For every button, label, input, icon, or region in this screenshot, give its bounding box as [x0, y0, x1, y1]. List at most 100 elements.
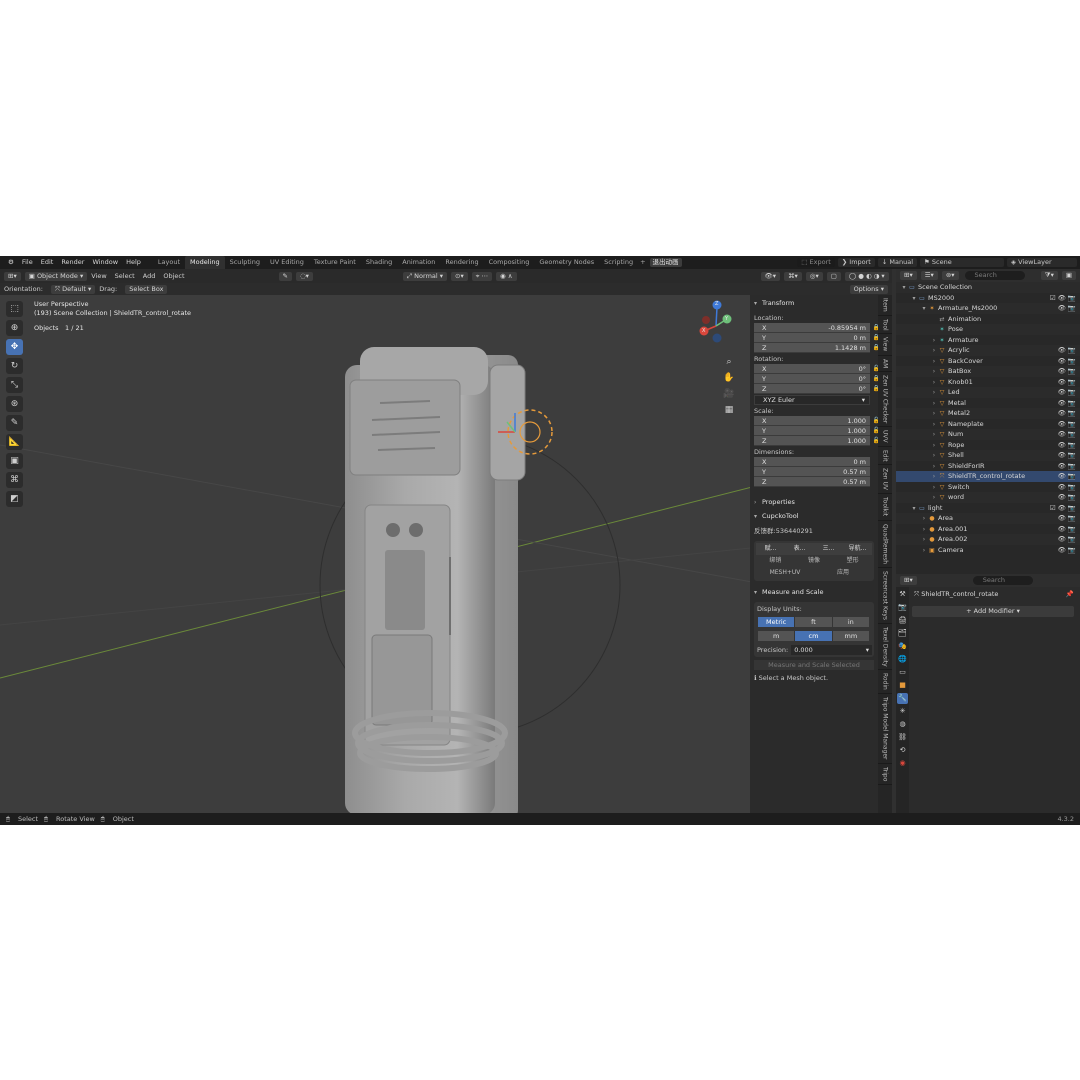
- location-z-field[interactable]: Z 1.1428 m 🔒: [754, 343, 878, 353]
- transform-orientation-selector[interactable]: ⤢ Normal ▾: [402, 271, 448, 281]
- tab-scripting[interactable]: Scripting: [599, 256, 638, 269]
- tab-animation[interactable]: Animation: [397, 256, 440, 269]
- annotate-tool-icon[interactable]: ✎: [6, 415, 23, 431]
- unit-metric-button[interactable]: Metric: [758, 617, 795, 627]
- outliner-row[interactable]: › ▽ Metal2 👁 📷: [896, 408, 1080, 419]
- particles-tab-icon[interactable]: ✳: [897, 706, 908, 717]
- cupcko-three-button[interactable]: 三...: [814, 543, 843, 555]
- outliner-row[interactable]: › ▽ BatBox 👁 📷: [896, 366, 1080, 377]
- visibility-toggles[interactable]: 👁 📷: [1058, 450, 1076, 461]
- tab-rendering[interactable]: Rendering: [440, 256, 483, 269]
- menu-render[interactable]: Render: [57, 256, 88, 269]
- tab-shading[interactable]: Shading: [361, 256, 397, 269]
- xray-icon[interactable]: ▢: [826, 271, 841, 281]
- cupcko-table-button[interactable]: 表...: [785, 543, 814, 555]
- manual-button[interactable]: ↓ Manual: [877, 258, 917, 267]
- menu-file[interactable]: File: [18, 256, 37, 269]
- visibility-toggles[interactable]: 👁 📷: [1058, 429, 1076, 440]
- sidebar-tab[interactable]: QuadRemesh: [878, 521, 892, 568]
- tab-geometry-nodes[interactable]: Geometry Nodes: [534, 256, 599, 269]
- cursor-tool-icon[interactable]: ⊕: [6, 320, 23, 336]
- visibility-toggles[interactable]: 👁 📷: [1058, 356, 1076, 367]
- tab-texture-paint[interactable]: Texture Paint: [309, 256, 361, 269]
- cupcko-section-header[interactable]: ▾ CupckoTool: [750, 511, 878, 522]
- rotation-mode-select[interactable]: XYZ Euler ▾: [754, 395, 870, 405]
- sidebar-tab[interactable]: View: [878, 334, 892, 356]
- view-layer-tab-icon[interactable]: 🗂: [897, 628, 908, 639]
- outliner-row[interactable]: ✶ Pose: [896, 324, 1080, 335]
- dimensions-z-field[interactable]: Z 0.57 m: [754, 477, 870, 487]
- visibility-toggles[interactable]: 👁 📷: [1058, 408, 1076, 419]
- add-workspace-button[interactable]: +: [638, 256, 647, 269]
- tab-sculpting[interactable]: Sculpting: [225, 256, 265, 269]
- visibility-toggles[interactable]: ☑ 👁 📷: [1050, 293, 1076, 304]
- outliner-row[interactable]: › ▽ Nameplate 👁 📷: [896, 419, 1080, 430]
- add-modifier-button[interactable]: + Add Modifier ▾: [912, 606, 1074, 617]
- unit-ft-button[interactable]: ft: [795, 617, 832, 627]
- display-mode-icon[interactable]: ☰▾: [920, 271, 938, 280]
- sidebar-tab[interactable]: Zen UV Checker: [878, 372, 892, 428]
- output-tab-icon[interactable]: 🖨: [897, 615, 908, 626]
- world-tab-icon[interactable]: 🌐: [897, 654, 908, 665]
- orientation-selector[interactable]: ⤧ Default ▾: [50, 284, 96, 294]
- outliner-row[interactable]: ▾ ▭ MS2000 ☑ 👁 📷: [896, 293, 1080, 304]
- pan-hand-icon[interactable]: ✋: [722, 371, 736, 385]
- constraints-tab-icon[interactable]: ⛓: [897, 732, 908, 743]
- rotation-y-field[interactable]: Y 0° 🔒: [754, 374, 878, 384]
- scale-y-field[interactable]: Y 1.000 🔓: [754, 426, 878, 436]
- outliner-row[interactable]: › ⤧ ShieldTR_control_rotate 👁 📷: [896, 471, 1080, 482]
- snap-toggle-icon[interactable]: ⌖ ⋯: [471, 271, 492, 281]
- cupcko-shape-button[interactable]: 塑形: [833, 555, 872, 567]
- menu-select[interactable]: Select: [111, 270, 139, 282]
- outliner-row[interactable]: ⇄ Animation: [896, 314, 1080, 325]
- visibility-toggles[interactable]: 👁 📷: [1058, 545, 1076, 556]
- object-tab-icon[interactable]: ■: [897, 680, 908, 691]
- scale-z-field[interactable]: Z 1.000 🔓: [754, 436, 878, 446]
- outliner-row[interactable]: › ▽ Metal 👁 📷: [896, 398, 1080, 409]
- measure-section-header[interactable]: ▾ Measure and Scale: [750, 587, 878, 598]
- menu-add[interactable]: Add: [139, 270, 160, 282]
- visibility-toggles[interactable]: 👁 📷: [1058, 534, 1076, 545]
- cupcko-bind-button[interactable]: 绑销: [756, 555, 795, 567]
- menu-edit[interactable]: Edit: [37, 256, 58, 269]
- data-tab-icon[interactable]: ⟲: [897, 745, 908, 756]
- texture-tab-icon[interactable]: ◉: [897, 758, 908, 769]
- measure-tool-icon[interactable]: 📐: [6, 434, 23, 450]
- outliner-row[interactable]: › ▽ Knob01 👁 📷: [896, 377, 1080, 388]
- visibility-toggles[interactable]: 👁 📷: [1058, 461, 1076, 472]
- menu-help[interactable]: Help: [122, 256, 145, 269]
- expand-chevron-icon[interactable]: ›: [920, 546, 928, 557]
- options-button[interactable]: Options ▾: [849, 284, 888, 294]
- precision-select[interactable]: 0.000 ▾: [791, 645, 872, 655]
- sidebar-tab[interactable]: AM: [878, 356, 892, 372]
- tab-compositing[interactable]: Compositing: [484, 256, 535, 269]
- filter-mode-icon[interactable]: ⊚▾: [941, 271, 959, 280]
- modifier-tab-icon[interactable]: 🔧: [897, 693, 908, 704]
- extra-tool-icon[interactable]: ◩: [6, 491, 23, 507]
- transform-section-header[interactable]: ▾ Transform: [750, 298, 878, 309]
- blender-logo-icon[interactable]: ⚙: [4, 256, 18, 269]
- properties-section-header[interactable]: › Properties: [750, 497, 878, 508]
- visibility-toggles[interactable]: 👁 📷: [1058, 513, 1076, 524]
- outliner-row[interactable]: › ● Area.001 👁 📷: [896, 524, 1080, 535]
- sidebar-tab[interactable]: Texel Density: [878, 624, 892, 671]
- sidebar-tab[interactable]: Rodin: [878, 670, 892, 695]
- gizmo-icon[interactable]: ⌘▾: [784, 271, 802, 281]
- sidebar-tab[interactable]: Edit: [878, 447, 892, 466]
- scale-x-field[interactable]: X 1.000 🔓: [754, 416, 878, 426]
- outliner-row[interactable]: › ▽ BackCover 👁 📷: [896, 356, 1080, 367]
- visibility-toggles[interactable]: 👁 📷: [1058, 440, 1076, 451]
- pivot-icon[interactable]: ⊙▾: [451, 271, 468, 281]
- properties-search-input[interactable]: Search: [972, 576, 1033, 585]
- visibility-toggles[interactable]: 👁 📷: [1058, 387, 1076, 398]
- sidebar-tab[interactable]: Tripo Model Manager: [878, 694, 892, 764]
- rotation-z-field[interactable]: Z 0° 🔒: [754, 384, 878, 394]
- viewlayer-selector[interactable]: ◈ ViewLayer: [1007, 258, 1077, 267]
- visibility-toggles[interactable]: 👁 📷: [1058, 482, 1076, 493]
- unit-in-button[interactable]: in: [832, 617, 869, 627]
- outliner-row[interactable]: › ✶ Armature: [896, 335, 1080, 346]
- visibility-toggles[interactable]: 👁 📷: [1058, 398, 1076, 409]
- outliner-row[interactable]: › ▽ Shell 👁 📷: [896, 450, 1080, 461]
- outliner-row[interactable]: › ▽ Num 👁 📷: [896, 429, 1080, 440]
- cupcko-mesh-uv-button[interactable]: MESH+UV: [756, 567, 814, 579]
